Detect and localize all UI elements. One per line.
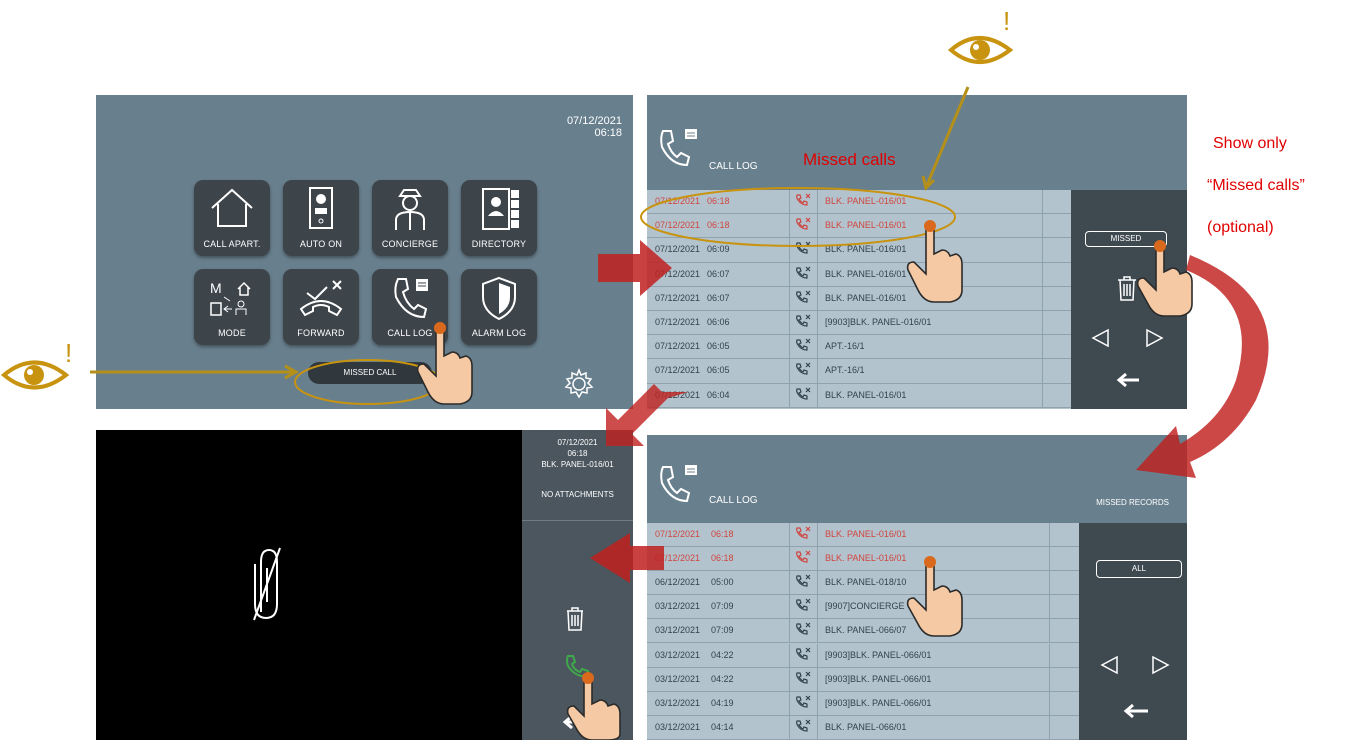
exclamation-mark: ! — [1003, 6, 1011, 36]
show-only-annotation-line-1: Show only — [1213, 135, 1287, 152]
hand-pointer-icon — [906, 556, 963, 637]
annotation-arrow — [921, 86, 970, 191]
annotation-arrow — [90, 364, 300, 380]
highlight-ellipse — [640, 187, 956, 247]
hand-pointer-icon — [906, 220, 963, 303]
flow-arrow-down-left — [606, 384, 688, 446]
eye-icon — [0, 360, 70, 390]
flow-arrow-right — [598, 240, 672, 296]
eye-icon — [947, 36, 1014, 64]
annotation-overlay — [0, 36, 1269, 740]
hand-pointer-icon — [416, 322, 473, 405]
show-only-annotation-line-2: “Missed calls” — [1207, 177, 1305, 194]
hand-pointer-icon — [566, 672, 621, 740]
hand-pointer-icon — [1136, 240, 1193, 317]
show-only-annotation-line-3: (optional) — [1207, 219, 1274, 236]
missed-calls-annotation: Missed calls — [803, 150, 896, 169]
flow-arrow-left — [590, 533, 664, 583]
exclamation-mark: ! — [65, 338, 73, 368]
